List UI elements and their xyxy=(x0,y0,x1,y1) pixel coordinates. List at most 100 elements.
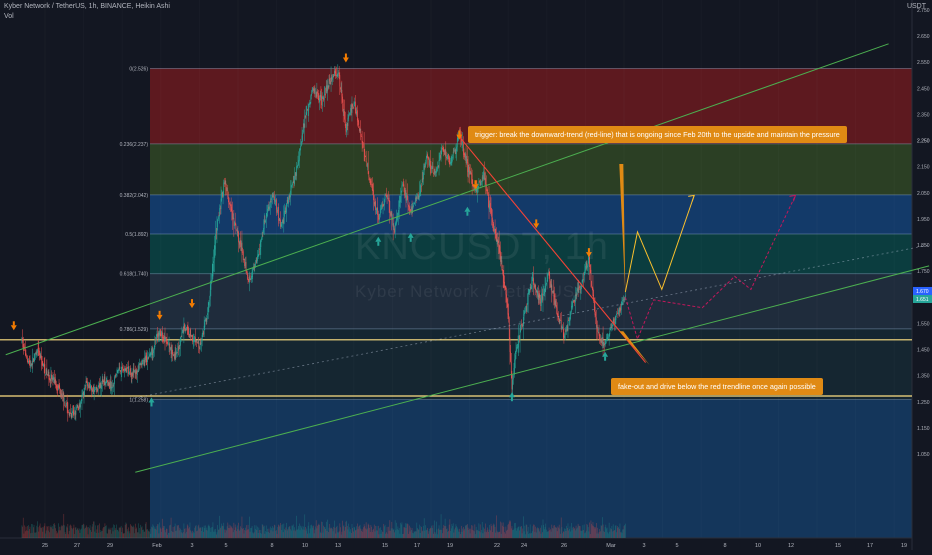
volume-bar xyxy=(558,524,560,538)
volume-bar xyxy=(335,533,337,538)
candle-body xyxy=(453,150,455,152)
volume-bar xyxy=(440,514,442,538)
volume-bar xyxy=(164,530,166,538)
candle-body xyxy=(470,171,472,173)
candle-body xyxy=(74,413,76,416)
volume-bar xyxy=(490,523,492,538)
candle-body xyxy=(487,194,489,197)
candle-body xyxy=(193,338,195,342)
candle-body xyxy=(176,352,178,354)
candle-body xyxy=(548,272,550,276)
volume-bar xyxy=(528,533,530,538)
candle-body xyxy=(229,202,231,205)
volume-bar xyxy=(132,527,133,538)
candle-body xyxy=(234,221,235,227)
price-tick: 1.350 xyxy=(917,374,930,380)
volume-bar xyxy=(153,528,155,538)
volume-bar xyxy=(318,523,320,538)
volume-bar xyxy=(144,531,146,538)
volume-bar xyxy=(51,527,52,538)
candle-body xyxy=(462,142,464,143)
candle-body xyxy=(321,96,322,106)
candle-body xyxy=(45,374,46,376)
candle-body xyxy=(313,88,314,91)
volume-bar xyxy=(575,525,577,538)
candle-body xyxy=(77,405,79,408)
candle-body xyxy=(377,207,378,215)
volume-bar xyxy=(532,526,534,538)
candle-body xyxy=(614,322,615,324)
volume-bar xyxy=(401,522,403,538)
candle-body xyxy=(43,365,45,366)
volume-bar xyxy=(307,525,309,538)
volume-bar xyxy=(21,525,23,538)
volume-bar xyxy=(355,530,356,538)
candle-body xyxy=(124,368,125,372)
candle-body xyxy=(342,103,344,113)
candle-body xyxy=(82,391,84,398)
candle-body xyxy=(47,374,48,376)
volume-bar xyxy=(593,526,594,538)
volume-bar xyxy=(391,521,393,538)
volume-bar xyxy=(150,533,152,538)
candle-body xyxy=(401,185,403,192)
candle-body xyxy=(402,184,403,186)
volume-bar xyxy=(480,532,482,538)
volume-bar xyxy=(209,526,210,538)
volume-bar xyxy=(516,530,518,538)
candle-body xyxy=(35,352,36,354)
candle-body xyxy=(463,152,465,155)
candle-body xyxy=(619,307,621,312)
candle-body xyxy=(144,358,146,366)
volume-bar xyxy=(292,525,293,538)
volume-bar xyxy=(508,521,510,538)
candle-body xyxy=(205,318,207,322)
candle-body xyxy=(167,344,169,345)
volume-bar xyxy=(41,528,42,538)
candle-body xyxy=(248,279,250,282)
candle-body xyxy=(442,148,443,150)
volume-bar xyxy=(284,529,285,538)
volume-bar xyxy=(175,530,177,538)
candle-body xyxy=(109,381,111,390)
candle-body xyxy=(243,259,245,260)
candle-body xyxy=(137,370,139,372)
candle-body xyxy=(295,172,297,177)
candle-body xyxy=(421,178,423,185)
chart[interactable]: 0(2.526) 0.236(2.237) 0.382(2.042) 0.5(1.89… xyxy=(0,0,932,550)
volume-bar xyxy=(52,528,54,538)
candle-body xyxy=(427,157,429,159)
candle-body xyxy=(611,326,613,328)
volume-bar xyxy=(290,530,292,538)
volume-bar xyxy=(580,530,582,538)
volume-bar xyxy=(50,525,52,538)
volume-bar xyxy=(134,523,136,538)
candle-body xyxy=(48,371,50,380)
volume-bar xyxy=(161,531,162,538)
volume-bar xyxy=(342,520,343,538)
volume-bar xyxy=(359,525,360,538)
volume-bar xyxy=(452,523,454,538)
candle-body xyxy=(309,102,311,103)
candle-body xyxy=(294,173,296,176)
candle-body xyxy=(46,369,48,375)
candle-body xyxy=(601,339,603,343)
candle-body xyxy=(186,327,187,330)
volume-bar xyxy=(83,524,85,538)
candle-body xyxy=(199,342,201,350)
volume-bar xyxy=(343,525,345,538)
candle-body xyxy=(232,217,234,219)
candle-body xyxy=(305,112,307,119)
candle-body xyxy=(284,210,285,217)
volume-bar xyxy=(63,513,65,538)
volume-bar xyxy=(600,525,602,538)
candle-body xyxy=(358,122,360,128)
chart-canvas[interactable]: 0(2.526)0.236(2.237)0.382(2.042)0.5(1.89… xyxy=(0,0,932,550)
volume-bar xyxy=(579,526,581,538)
volume-bar xyxy=(212,522,214,538)
volume-bar xyxy=(64,532,66,538)
candle-body xyxy=(327,84,329,91)
volume-bar xyxy=(170,524,171,538)
volume-bar xyxy=(24,531,26,538)
candle-body xyxy=(570,312,572,317)
